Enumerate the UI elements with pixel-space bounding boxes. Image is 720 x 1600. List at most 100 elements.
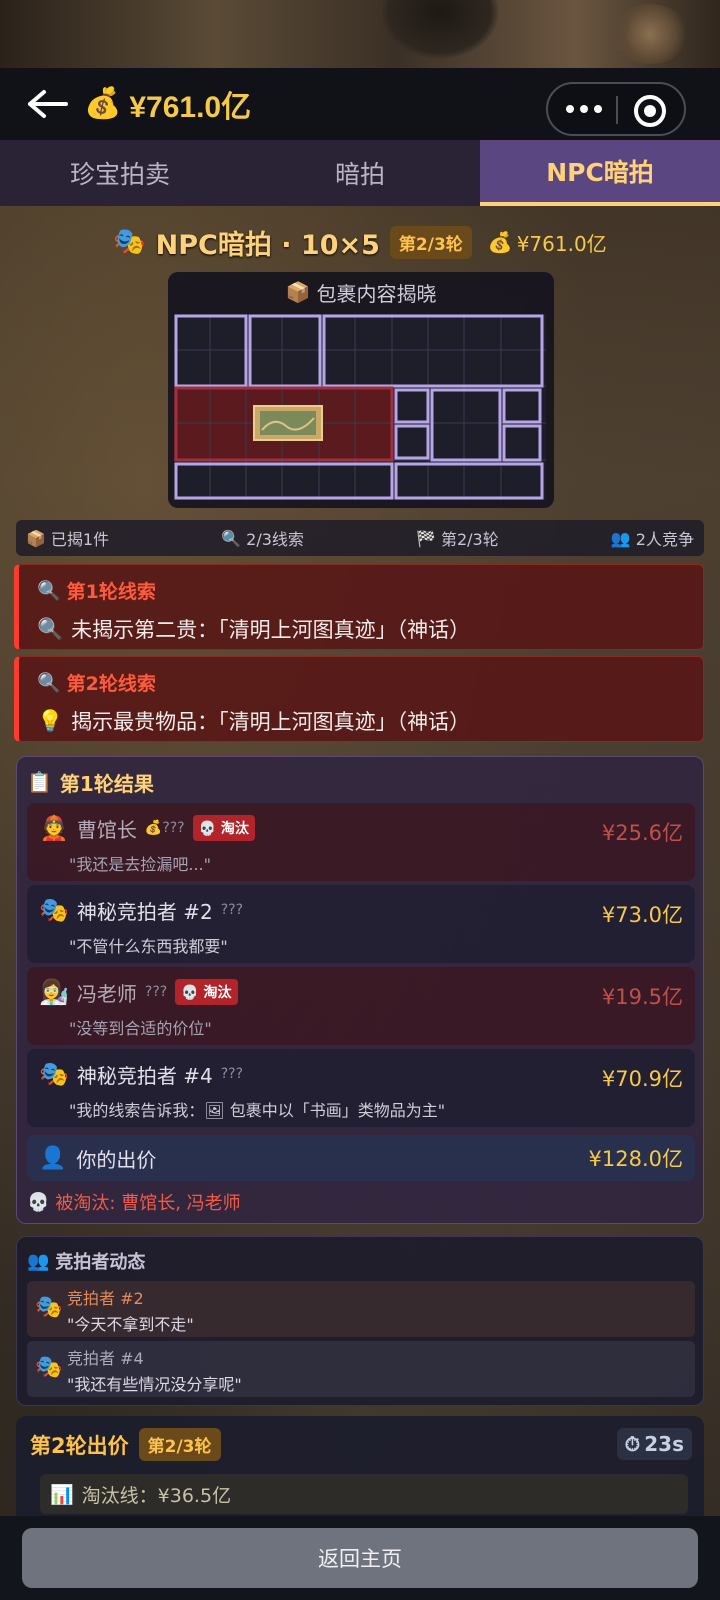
avatar-mask-icon: 🎭 bbox=[39, 896, 69, 924]
game-title: NPC暗拍 · 10×5 bbox=[155, 229, 380, 261]
result-row: 🎭 神秘竞拍者 #2 ??? ¥73.0亿 "不管什么东西我都要" bbox=[27, 885, 695, 963]
bidder-quote: "不管什么东西我都要" bbox=[69, 937, 228, 956]
round-1-results: 📋 第1轮结果 👲 曹馆长 💰??? 💀 淘汰 ¥25.6亿 "我还是去捡漏吧..… bbox=[16, 756, 704, 1224]
bidder-quote: "没等到合适的价位" bbox=[69, 1019, 212, 1038]
magnifier-icon: 🔍 bbox=[37, 580, 61, 602]
activity-item: 🎭 竞拍者 #2 "今天不拿到不走" bbox=[27, 1281, 695, 1337]
scroll-painting-icon bbox=[253, 405, 323, 441]
activity-title: 👥 竞拍者动态 bbox=[27, 1247, 693, 1275]
results-title: 📋 第1轮结果 bbox=[27, 767, 693, 797]
package-grid-panel: 📦 包裹内容揭晓 bbox=[168, 272, 554, 508]
eliminated-list: 💀 被淘汰: 曹馆长, 冯老师 bbox=[27, 1189, 241, 1215]
stat-round: 🏁 第2/3轮 bbox=[416, 526, 499, 550]
result-row: 👩‍🔬 冯老师 ??? 💀 淘汰 ¥19.5亿 "没等到合适的价位" bbox=[27, 967, 695, 1045]
my-bid-row: 👤 你的出价 ¥128.0亿 bbox=[27, 1135, 695, 1181]
checkered-flag-icon: 🏁 bbox=[416, 528, 436, 548]
bid-price: ¥19.5亿 bbox=[601, 985, 683, 1009]
hidden-info: ??? bbox=[220, 902, 244, 918]
compass-decoration bbox=[610, 4, 690, 64]
package-grid bbox=[174, 314, 546, 500]
tab-blind-auction[interactable]: 暗拍 bbox=[240, 140, 480, 206]
stat-clues: 🔍 2/3线索 bbox=[221, 526, 304, 550]
close-miniprogram-icon[interactable] bbox=[634, 95, 666, 127]
package-icon: 📦 bbox=[26, 528, 46, 548]
stat-revealed-text: 已揭1件 bbox=[50, 530, 110, 549]
magnifier-icon: 🔍 bbox=[37, 616, 64, 641]
status-bar: 📦 已揭1件 🔍 2/3线索 🏁 第2/3轮 👥 2人竞争 bbox=[16, 520, 704, 556]
avatar-mask-icon: 🎭 bbox=[39, 1060, 69, 1088]
nav-balance: 💰 ¥761.0亿 bbox=[84, 82, 251, 126]
clue-body-text: 揭示最贵物品：「清明上河图真迹」（神话） bbox=[71, 710, 471, 734]
clue-card-round-2: 🔍 第2轮线索 💡 揭示最贵物品：「清明上河图真迹」（神话） bbox=[14, 656, 704, 742]
eliminated-badge: 💀 淘汰 bbox=[192, 815, 255, 841]
bidder-activity: 👥 竞拍者动态 🎭 竞拍者 #2 "今天不拿到不走" 🎭 竞拍者 #4 "我还有些… bbox=[16, 1236, 704, 1406]
bidder-quote: "我还是去捡漏吧..." bbox=[69, 855, 211, 874]
bid-price: ¥70.9亿 bbox=[601, 1067, 683, 1091]
hidden-info: ??? bbox=[220, 1066, 244, 1082]
tab-npc-blind-auction[interactable]: NPC暗拍 bbox=[480, 140, 720, 206]
bidder-name: 冯老师 bbox=[76, 981, 137, 1006]
clue-text: 🔍 未揭示第二贵：「清明上河图真迹」（神话） bbox=[37, 614, 685, 644]
stat-round-text: 第2/3轮 bbox=[440, 530, 499, 549]
bid-price: ¥73.0亿 bbox=[601, 903, 683, 927]
bidder-quote: "我的线索告诉我：🖼 包裹中以「书画」类物品为主" bbox=[69, 1101, 446, 1120]
bar-chart-icon: 📊 bbox=[50, 1483, 74, 1506]
activity-title-text: 竞拍者动态 bbox=[55, 1252, 146, 1273]
bid-price: ¥25.6亿 bbox=[601, 821, 683, 845]
stat-revealed: 📦 已揭1件 bbox=[26, 526, 109, 550]
people-icon: 👥 bbox=[610, 528, 631, 548]
back-arrow-icon[interactable] bbox=[22, 86, 70, 122]
round-2-bid-panel: 第2轮出价 第2/3轮 ⏱ 23s 📊 淘汰线：¥36.5亿 bbox=[16, 1416, 704, 1526]
results-title-text: 第1轮结果 bbox=[59, 771, 154, 796]
my-bid-label: 你的出价 bbox=[76, 1147, 157, 1172]
clue-title: 🔍 第1轮线索 bbox=[37, 577, 685, 604]
clue-title: 🔍 第2轮线索 bbox=[37, 669, 685, 696]
package-icon: 📦 bbox=[285, 280, 311, 304]
magnifier-icon: 🔍 bbox=[37, 672, 61, 694]
elimination-line-text: 淘汰线：¥36.5亿 bbox=[81, 1484, 232, 1507]
inkpot-decoration bbox=[380, 0, 500, 60]
light-bulb-icon: 💡 bbox=[37, 708, 64, 733]
clue-body-text: 未揭示第二贵：「清明上河图真迹」（神话） bbox=[71, 618, 471, 642]
stat-bidders-text: 2人竞争 bbox=[635, 530, 694, 549]
clue-title-text: 第1轮线索 bbox=[66, 581, 156, 603]
hidden-info: 💰??? bbox=[144, 820, 185, 836]
clue-card-round-1: 🔍 第1轮线索 🔍 未揭示第二贵：「清明上河图真迹」（神话） bbox=[14, 564, 704, 650]
theater-mask-icon: 🎭 bbox=[35, 1355, 63, 1380]
eliminated-badge: 💀 淘汰 bbox=[175, 979, 238, 1005]
activity-who: 竞拍者 #4 bbox=[67, 1349, 144, 1368]
header-background-image bbox=[0, 0, 720, 68]
result-row: 👲 曹馆长 💰??? 💀 淘汰 ¥25.6亿 "我还是去捡漏吧..." bbox=[27, 803, 695, 881]
money-bag-icon: 💰 bbox=[84, 86, 122, 121]
my-bid-amount: ¥128.0亿 bbox=[588, 1147, 683, 1171]
magnifier-icon: 🔍 bbox=[221, 528, 242, 548]
timer-value: 23s bbox=[644, 1432, 684, 1456]
people-icon: 👥 bbox=[27, 1250, 50, 1272]
round-2-title-text: 第2轮出价 bbox=[30, 1433, 129, 1458]
header-balance-amount: ¥761.0亿 bbox=[516, 231, 607, 256]
activity-say: "今天不拿到不走" bbox=[67, 1315, 194, 1334]
eliminated-list-text: 被淘汰: 曹馆长, 冯老师 bbox=[55, 1193, 241, 1214]
stat-clues-text: 2/3线索 bbox=[246, 530, 304, 549]
bidder-name: 神秘竞拍者 #4 bbox=[76, 1063, 213, 1088]
round-badge: 第2/3轮 bbox=[138, 1428, 221, 1461]
game-header: 🎭 NPC暗拍 · 10×5 第2/3轮 💰 ¥761.0亿 bbox=[0, 220, 720, 264]
countdown-timer: ⏱ 23s bbox=[616, 1428, 692, 1460]
clue-title-text: 第2轮线索 bbox=[66, 673, 156, 695]
clue-text: 💡 揭示最贵物品：「清明上河图真迹」（神话） bbox=[37, 706, 685, 736]
user-icon: 👤 bbox=[39, 1145, 67, 1171]
nav-bar: 💰 ¥761.0亿 bbox=[0, 68, 720, 140]
tab-treasure-auction[interactable]: 珍宝拍卖 bbox=[0, 140, 240, 206]
header-balance: 💰 ¥761.0亿 bbox=[488, 228, 607, 257]
miniprogram-capsule bbox=[546, 82, 686, 136]
nav-balance-amount: ¥761.0亿 bbox=[129, 91, 252, 124]
bottom-bar: 返回主页 bbox=[0, 1516, 720, 1600]
skull-icon: 💀 bbox=[27, 1191, 50, 1213]
stopwatch-icon: ⏱ bbox=[624, 1432, 641, 1456]
grid-title: 📦 包裹内容揭晓 bbox=[168, 272, 554, 312]
stat-bidders: 👥 2人竞争 bbox=[611, 526, 694, 550]
capsule-divider bbox=[616, 96, 618, 124]
return-home-button[interactable]: 返回主页 bbox=[22, 1528, 698, 1588]
bidder-name: 曹馆长 bbox=[76, 817, 137, 842]
more-menu-icon[interactable] bbox=[566, 98, 602, 120]
